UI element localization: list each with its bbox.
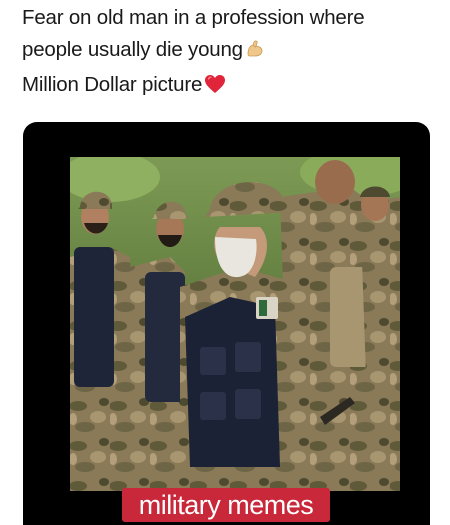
post-caption: Fear on old man in a profession where pe… [22, 2, 442, 104]
image-frame: military memes [23, 122, 430, 525]
caption-line-2: people usually die young [22, 34, 442, 69]
red-heart-emoji-icon [204, 72, 226, 104]
watermark-badge: military memes [122, 488, 330, 522]
caption-line-3-text: Million Dollar picture [22, 73, 203, 96]
soldiers-photo [70, 157, 400, 491]
caption-line-1: Fear on old man in a profession where [22, 6, 365, 29]
flexed-biceps-emoji-icon [245, 37, 265, 69]
caption-line-2-text: people usually die young [22, 38, 243, 61]
caption-line-3: Million Dollar picture [22, 69, 442, 104]
